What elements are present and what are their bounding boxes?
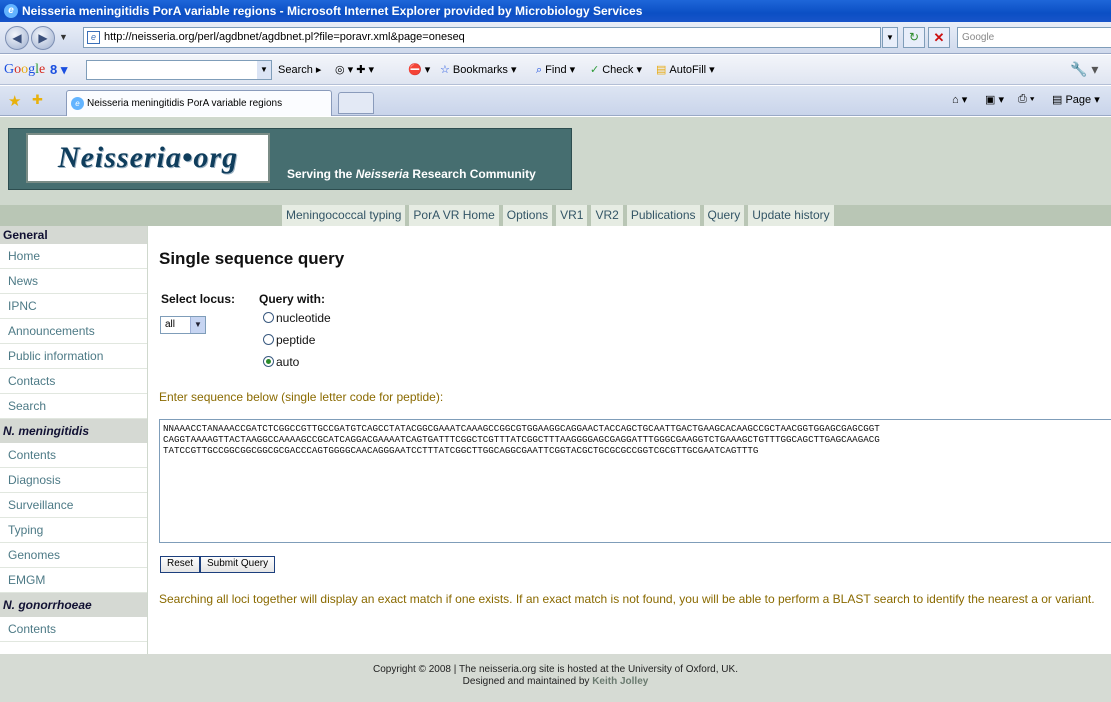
- google-logo: Google: [4, 62, 46, 77]
- sidebar-item-public-information[interactable]: Public information: [0, 344, 147, 369]
- back-arrow-icon[interactable]: ◀: [5, 26, 29, 50]
- popup-blocker-icon[interactable]: ⛔ ▾: [408, 63, 430, 76]
- search-box[interactable]: Google: [957, 27, 1111, 48]
- window-title-bar: e Neisseria meningitidis PorA variable r…: [0, 0, 1111, 22]
- sidebar-item-contents[interactable]: Contents: [0, 443, 147, 468]
- sidebar-item-gonorrhoeae-contents[interactable]: Contents: [0, 617, 147, 642]
- radio-label: peptide: [276, 333, 316, 347]
- main-content: Single sequence query Select locus: Quer…: [159, 226, 1111, 654]
- new-tab-button[interactable]: [338, 92, 374, 114]
- submit-query-button[interactable]: Submit Query: [200, 556, 276, 573]
- forward-arrow-icon[interactable]: ▶: [31, 26, 55, 50]
- autofill-button[interactable]: ▤ AutoFill ▾: [656, 63, 715, 76]
- radio-button-selected[interactable]: [263, 356, 274, 367]
- pagerank-icon[interactable]: ◎ ▾ ✚ ▾: [335, 63, 374, 76]
- nav-query[interactable]: Query: [703, 205, 745, 226]
- footer-credit: Designed and maintained by Keith Jolley: [462, 676, 649, 687]
- sidebar-item-news[interactable]: News: [0, 269, 147, 294]
- check-button[interactable]: ✓ Check ▾: [590, 63, 642, 76]
- search-note: Searching all loci together will display…: [159, 592, 1095, 606]
- refresh-icon[interactable]: ↻: [903, 27, 925, 48]
- query-with-label: Query with:: [259, 292, 326, 306]
- sidebar-heading-general: General: [0, 226, 147, 244]
- radio-label: auto: [276, 355, 300, 369]
- nav-meningococcal-typing[interactable]: Meningococcal typing: [282, 205, 406, 226]
- find-icon: ⌕: [536, 64, 543, 76]
- autofill-icon: ▤: [656, 64, 667, 76]
- nav-update-history[interactable]: Update history: [748, 205, 834, 226]
- spellcheck-icon: ✓: [590, 64, 600, 76]
- find-button[interactable]: ⌕ Find ▾: [536, 63, 575, 77]
- tab-label: Neisseria meningitidis PorA variable reg…: [87, 98, 283, 109]
- radio-nucleotide[interactable]: nucleotide: [263, 311, 331, 329]
- sidebar: General Home News IPNC Announcements Pub…: [0, 226, 148, 654]
- google-toolbar-search-input[interactable]: ▼: [86, 60, 272, 80]
- sidebar-item-home[interactable]: Home: [0, 244, 147, 269]
- star-icon: ☆: [440, 64, 450, 76]
- url-text: http://neisseria.org/perl/agdbnet/agdbne…: [104, 31, 465, 43]
- google-menu-icon[interactable]: 8 ▾: [50, 62, 67, 78]
- radio-peptide[interactable]: peptide: [263, 333, 315, 351]
- search-button[interactable]: Search ▸: [278, 63, 321, 76]
- sidebar-item-surveillance[interactable]: Surveillance: [0, 493, 147, 518]
- wrench-icon[interactable]: 🔧 ▾: [1070, 61, 1098, 78]
- ie-logo-icon: e: [71, 97, 84, 110]
- address-bar[interactable]: e http://neisseria.org/perl/agdbnet/agdb…: [83, 27, 881, 48]
- author-link[interactable]: Keith Jolley: [592, 676, 648, 687]
- google-toolbar: Google 8 ▾ ▼ Search ▸ ◎ ▾ ✚ ▾ ⛔ ▾ ☆ Bookm…: [0, 55, 1111, 85]
- tab-bar: ★ ✚ e Neisseria meningitidis PorA variab…: [0, 86, 1111, 116]
- sequence-hint: Enter sequence below (single letter code…: [159, 390, 444, 404]
- nav-options[interactable]: Options: [502, 205, 553, 226]
- favorites-star-icon[interactable]: ★: [8, 92, 21, 110]
- radio-auto[interactable]: auto: [263, 355, 299, 373]
- radio-label: nucleotide: [276, 311, 331, 325]
- sidebar-item-contacts[interactable]: Contacts: [0, 369, 147, 394]
- reset-button[interactable]: Reset: [160, 556, 201, 573]
- ie-logo-icon: e: [4, 4, 18, 18]
- page-menu[interactable]: ▤ Page ▾: [1052, 93, 1100, 106]
- chevron-down-icon[interactable]: ▼: [257, 61, 271, 79]
- sidebar-heading-gonorrhoeae: N. gonorrhoeae: [0, 593, 147, 617]
- site-logo[interactable]: Neisseria•org: [26, 133, 270, 183]
- locus-select[interactable]: all ▼: [160, 316, 206, 334]
- nav-pora-vr-home[interactable]: PorA VR Home: [409, 205, 499, 226]
- page-icon: e: [87, 31, 100, 44]
- sidebar-item-typing[interactable]: Typing: [0, 518, 147, 543]
- page-title: Single sequence query: [159, 249, 345, 268]
- address-dropdown-icon[interactable]: ▼: [882, 27, 898, 48]
- add-favorite-icon[interactable]: ✚: [32, 92, 43, 108]
- nav-links: Meningococcal typing PorA VR Home Option…: [282, 205, 838, 226]
- radio-button[interactable]: [263, 312, 274, 323]
- locus-select-value: all: [165, 319, 176, 330]
- sidebar-item-announcements[interactable]: Announcements: [0, 319, 147, 344]
- bookmarks-button[interactable]: ☆ Bookmarks ▾: [440, 63, 516, 76]
- footer-copyright: Copyright © 2008 | The neisseria.org sit…: [373, 664, 738, 675]
- sequence-textarea[interactable]: NNAAACCTANAAACCGATCTCGGCCGTTGCCGATGTCAGC…: [159, 419, 1111, 543]
- sidebar-item-diagnosis[interactable]: Diagnosis: [0, 468, 147, 493]
- page-footer: Copyright © 2008 | The neisseria.org sit…: [0, 654, 1111, 702]
- sidebar-item-ipnc[interactable]: IPNC: [0, 294, 147, 319]
- nav-vr1[interactable]: VR1: [556, 205, 588, 226]
- nav-vr2[interactable]: VR2: [591, 205, 623, 226]
- home-icon[interactable]: ⌂ ▾: [952, 93, 967, 106]
- tab-active[interactable]: e Neisseria meningitidis PorA variable r…: [66, 90, 332, 116]
- sidebar-heading-meningitidis: N. meningitidis: [0, 419, 147, 443]
- select-locus-label: Select locus:: [161, 292, 236, 306]
- feeds-icon[interactable]: ▣ ▾: [985, 93, 1004, 106]
- nav-publications[interactable]: Publications: [626, 205, 700, 226]
- stop-icon[interactable]: ✕: [928, 27, 950, 48]
- radio-button[interactable]: [263, 334, 274, 345]
- window-title: Neisseria meningitidis PorA variable reg…: [22, 4, 643, 18]
- history-dropdown-icon[interactable]: ▼: [59, 32, 68, 42]
- logo-text: Neisseria•org: [57, 141, 239, 174]
- print-icon[interactable]: ⎙ ▾: [1018, 93, 1034, 106]
- chevron-down-icon[interactable]: ▼: [190, 317, 205, 333]
- sidebar-item-emgm[interactable]: EMGM: [0, 568, 147, 593]
- sidebar-item-search[interactable]: Search: [0, 394, 147, 419]
- site-tagline: Serving the Neisseria Research Community: [287, 167, 536, 181]
- sidebar-item-genomes[interactable]: Genomes: [0, 543, 147, 568]
- address-toolbar: ◀ ▶ ▼ e http://neisseria.org/perl/agdbne…: [0, 22, 1111, 54]
